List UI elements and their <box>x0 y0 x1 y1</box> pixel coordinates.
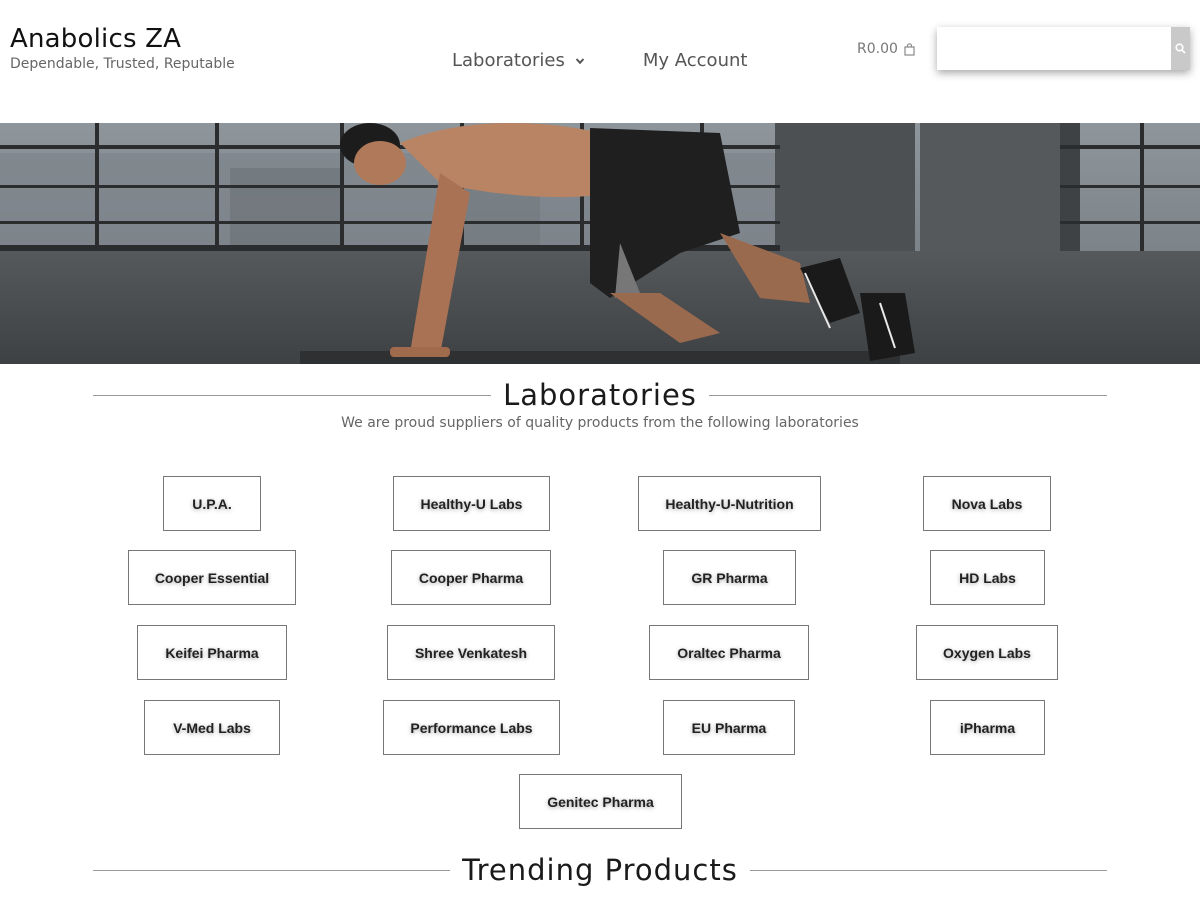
lab-button-hd-labs[interactable]: HD Labs <box>930 550 1045 605</box>
lab-button-eu-pharma[interactable]: EU Pharma <box>663 700 795 755</box>
lab-button-performance-labs[interactable]: Performance Labs <box>383 700 560 755</box>
search-input[interactable] <box>937 27 1171 70</box>
lab-button-healthy-u-nutrition[interactable]: Healthy-U-Nutrition <box>638 476 821 531</box>
divider-line <box>749 869 1107 871</box>
divider-line <box>93 394 492 396</box>
site-tagline: Dependable, Trusted, Reputable <box>10 56 235 72</box>
section-subtitle: We are proud suppliers of quality produc… <box>341 415 859 431</box>
lab-button-oraltec-pharma[interactable]: Oraltec Pharma <box>649 625 809 680</box>
main-nav: Laboratories My Account <box>452 50 747 71</box>
lab-button-cooper-essential[interactable]: Cooper Essential <box>128 550 296 605</box>
lab-button-v-med-labs[interactable]: V-Med Labs <box>144 700 280 755</box>
trending-products-heading: Trending Products <box>93 853 1107 887</box>
nav-item-label: My Account <box>642 50 748 71</box>
lab-button-oxygen-labs[interactable]: Oxygen Labs <box>916 625 1058 680</box>
lab-button-healthy-u-labs[interactable]: Healthy-U Labs <box>393 476 550 531</box>
hero-image <box>0 123 1200 364</box>
shopping-bag-icon <box>904 42 915 56</box>
search-box <box>937 27 1190 70</box>
lab-button-ipharma[interactable]: iPharma <box>930 700 1045 755</box>
lab-button-nova-labs[interactable]: Nova Labs <box>923 476 1051 531</box>
lab-button-upa[interactable]: U.P.A. <box>163 476 261 531</box>
divider-line <box>708 394 1108 396</box>
nav-item-laboratories[interactable]: Laboratories <box>452 50 585 71</box>
chevron-down-icon <box>575 57 585 64</box>
divider-line <box>93 869 451 871</box>
search-button[interactable] <box>1171 27 1190 70</box>
laboratories-heading: Laboratories <box>93 378 1108 412</box>
site-header: Anabolics ZA Dependable, Trusted, Reputa… <box>0 0 1200 123</box>
site-title[interactable]: Anabolics ZA <box>10 24 181 54</box>
section-title: Trending Products <box>462 853 738 887</box>
nav-item-my-account[interactable]: My Account <box>643 50 748 71</box>
lab-button-shree-venkatesh[interactable]: Shree Venkatesh <box>387 625 555 680</box>
section-title: Laboratories <box>503 378 697 412</box>
cart-total: R0.00 <box>857 41 898 57</box>
cart-button[interactable]: R0.00 <box>857 41 915 57</box>
hero-banner <box>0 123 1200 364</box>
lab-button-genitec-pharma[interactable]: Genitec Pharma <box>519 774 682 829</box>
lab-button-gr-pharma[interactable]: GR Pharma <box>663 550 796 605</box>
lab-button-cooper-pharma[interactable]: Cooper Pharma <box>391 550 551 605</box>
nav-item-label: Laboratories <box>452 50 565 71</box>
lab-button-keifei-pharma[interactable]: Keifei Pharma <box>137 625 287 680</box>
search-icon <box>1175 43 1186 54</box>
